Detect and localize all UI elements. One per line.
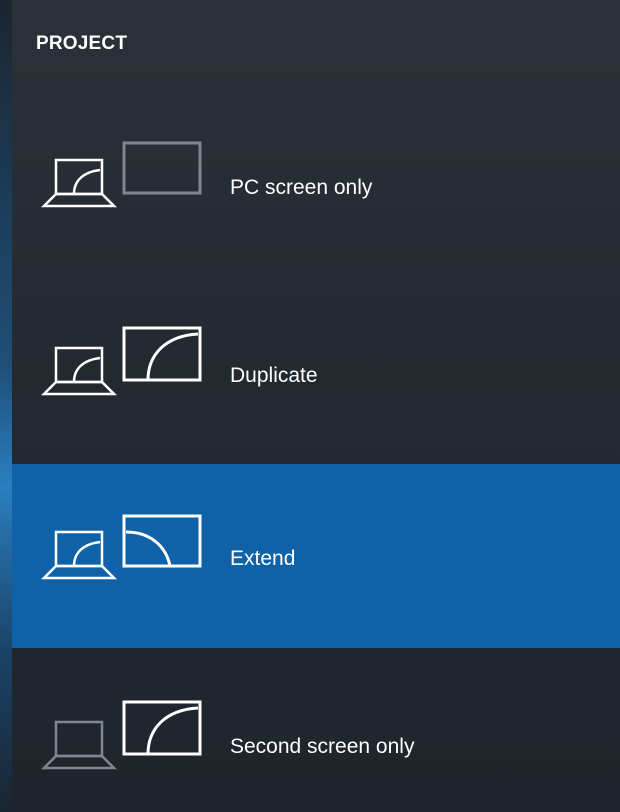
option-extend[interactable]: Extend [12,464,620,648]
option-label: Duplicate [230,364,318,387]
panel-title: PROJECT [36,33,128,54]
option-label: Extend [230,547,296,570]
option-second-screen-only[interactable]: Second screen only [12,650,620,812]
option-pc-screen-only[interactable]: PC screen only [12,94,620,278]
option-label: Second screen only [230,735,415,758]
option-duplicate[interactable]: Duplicate [12,280,620,464]
second-screen-only-icon [40,700,202,770]
pc-screen-only-icon [40,141,202,208]
extend-icon [40,514,202,580]
option-label: PC screen only [230,176,373,199]
project-panel: PROJECT PC screen only Duplicate Extend … [0,0,620,812]
duplicate-icon [40,326,202,396]
